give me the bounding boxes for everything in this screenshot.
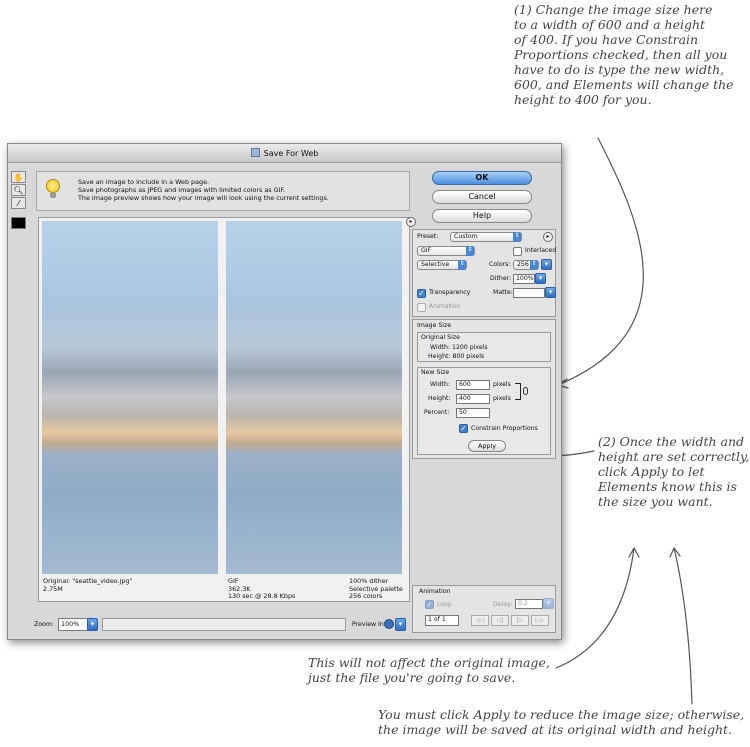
loop-label: Loop: [437, 601, 452, 608]
interlaced-label: Interlaced: [525, 247, 557, 254]
image-size-label: Image Size: [417, 322, 452, 329]
annotation-must-apply: You must click Apply to reduce the image…: [378, 707, 745, 737]
ok-button[interactable]: OK: [432, 171, 532, 185]
play-arrow-icon[interactable]: ▸: [406, 217, 416, 227]
status-field: [102, 618, 346, 631]
optimized-preview-image[interactable]: [226, 221, 402, 574]
dither-label: Dither:: [490, 275, 512, 282]
zoom-dropdown-icon[interactable]: ▾: [87, 618, 98, 631]
new-size-label: New Size: [421, 369, 450, 376]
settings-menu-icon[interactable]: ▸: [543, 232, 553, 242]
width-field[interactable]: 600: [456, 380, 490, 390]
height-field[interactable]: 400: [456, 394, 490, 404]
browser-dropdown-icon[interactable]: ▾: [395, 618, 406, 631]
preview-area: Original: "seattle_video.jpg" 2.75M GIF …: [38, 217, 410, 602]
frame-counter: 1 of 1: [425, 615, 459, 626]
info-line: Save an image to include in a Web page.: [78, 178, 210, 186]
toolbox: ✋ 🔍︎ ⁄: [11, 171, 29, 229]
annotation-original-unaffected: This will not affect the original image,…: [308, 655, 550, 685]
original-height: Height: 800 pixels: [428, 353, 485, 360]
hand-icon[interactable]: ✋: [11, 171, 26, 183]
next-frame-button[interactable]: |▷: [511, 615, 529, 626]
caption-line: 2.75M: [43, 584, 63, 593]
preset-label: Preset:: [417, 233, 439, 240]
original-width: Width: 1200 pixels: [430, 344, 488, 351]
original-size-box: Original Size Width: 1200 pixels Height:…: [417, 332, 551, 362]
colors-label: Colors:: [489, 261, 511, 268]
animation-group: Animation ✓ Loop Delay: 0.2 ▾ 1 of 1 ◁◁ …: [412, 585, 556, 633]
matte-dropdown-icon[interactable]: ▾: [545, 287, 556, 298]
width-units: pixels: [493, 381, 511, 388]
transparency-checkbox[interactable]: ✓: [417, 289, 426, 298]
save-for-web-dialog: Save For Web ✋ 🔍︎ ⁄ Save an image to inc…: [7, 143, 562, 640]
annotation-step-2: (2) Once the width and height are set co…: [598, 434, 750, 509]
document-icon: [250, 148, 260, 157]
bottom-bar: Zoom: 100% ▾ Preview In: ▾: [34, 618, 406, 632]
info-panel: Save an image to include in a Web page. …: [36, 171, 410, 211]
constrain-proportions-checkbox[interactable]: ✓: [459, 424, 468, 433]
original-caption: Original: "seattle_video.jpg" 2.75M: [43, 577, 132, 593]
matte-label: Matte:: [493, 289, 513, 296]
format-select[interactable]: GIF: [417, 246, 475, 256]
original-size-label: Original Size: [421, 334, 460, 341]
transparency-label: Transparency: [429, 289, 471, 296]
reduction-select[interactable]: Selective: [417, 260, 467, 270]
colors-dropdown-icon[interactable]: ▾: [541, 259, 552, 270]
dither-field[interactable]: 100%: [513, 274, 535, 284]
settings-group: Preset: Custom ▸ GIF Interlaced Selectiv…: [412, 229, 556, 317]
delay-label: Delay:: [493, 601, 513, 608]
title-bar[interactable]: Save For Web: [8, 144, 561, 163]
zoom-icon[interactable]: 🔍︎: [11, 184, 26, 196]
image-size-group: Image Size Original Size Width: 1200 pix…: [412, 319, 556, 459]
info-line: The image preview shows how your image w…: [78, 194, 329, 202]
percent-field[interactable]: 50: [456, 408, 490, 418]
caption-line: 130 sec @ 28.8 Kbps: [228, 592, 296, 600]
constrain-bracket: [515, 383, 521, 400]
help-button[interactable]: Help: [432, 209, 532, 223]
info-line: Save photographs as JPEG and images with…: [78, 186, 286, 194]
new-size-box: New Size Width: 600 pixels Height: 400 p…: [417, 367, 551, 455]
constrain-proportions-label: Constrain Proportions: [471, 425, 538, 432]
loop-checkbox[interactable]: ✓: [425, 600, 434, 609]
delay-dropdown-icon[interactable]: ▾: [543, 598, 554, 609]
info-text: Save an image to include in a Web page. …: [78, 178, 329, 202]
frame-nav: ◁◁ ◁| |▷ ▷▷: [471, 615, 551, 626]
browser-icon[interactable]: [384, 619, 394, 629]
lightbulb-icon: [46, 179, 60, 198]
chain-link-icon: [523, 387, 528, 395]
first-frame-button[interactable]: ◁◁: [471, 615, 489, 626]
original-preview-image[interactable]: [42, 221, 218, 574]
annotation-step-1: (1) Change the image size here to a widt…: [514, 2, 734, 107]
width-label: Width:: [430, 381, 451, 388]
interlaced-checkbox[interactable]: [513, 247, 522, 256]
height-units: pixels: [493, 395, 511, 402]
height-label: Height:: [428, 395, 451, 402]
zoom-field[interactable]: 100%: [58, 618, 88, 631]
color-swatch[interactable]: [11, 217, 26, 229]
eyedropper-icon[interactable]: ⁄: [11, 197, 26, 209]
matte-field[interactable]: [513, 288, 545, 298]
delay-field[interactable]: 0.2: [515, 599, 543, 609]
colors-select[interactable]: 256: [513, 260, 539, 270]
percent-label: Percent:: [424, 409, 450, 416]
optimized-caption-right: 100% dither Selective palette 256 colors: [349, 577, 403, 601]
zoom-label: Zoom:: [34, 621, 54, 628]
optimized-caption-left: GIF 362.3K 130 sec @ 28.8 Kbps: [228, 577, 296, 601]
caption-line: 256 colors: [349, 592, 383, 600]
prev-frame-button[interactable]: ◁|: [491, 615, 509, 626]
animation-group-label: Animation: [419, 588, 451, 595]
animation-checkbox[interactable]: [417, 303, 426, 312]
animation-label: Animation: [429, 303, 461, 310]
preview-in-label: Preview In:: [352, 621, 386, 628]
last-frame-button[interactable]: ▷▷: [531, 615, 549, 626]
cancel-button[interactable]: Cancel: [432, 190, 532, 204]
window-title: Save For Web: [263, 149, 319, 158]
apply-button[interactable]: Apply: [468, 440, 506, 452]
preset-select[interactable]: Custom: [450, 232, 522, 242]
dither-dropdown-icon[interactable]: ▾: [535, 273, 546, 284]
